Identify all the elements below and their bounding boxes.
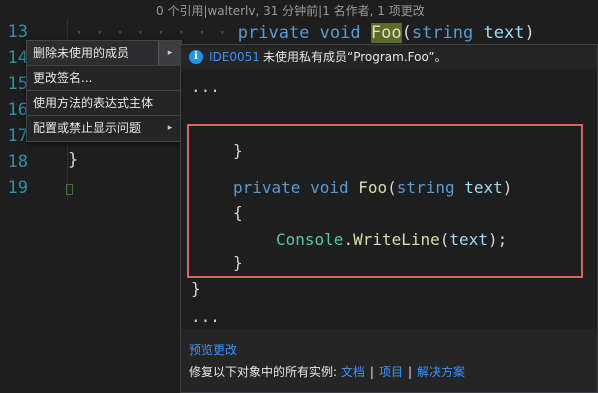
removed-code-highlight bbox=[187, 124, 583, 278]
diagnostic-message: 未使用私有成员“Program.Foo”。 bbox=[263, 50, 447, 64]
line-number: 19 bbox=[7, 178, 28, 198]
dot: . bbox=[343, 230, 354, 249]
preview-brace-close-method: } bbox=[233, 253, 243, 272]
menu-item-label: 更改签名... bbox=[33, 71, 93, 85]
parameter-name: text bbox=[483, 23, 525, 43]
fix-all-occurrences: 修复以下对象中的所有实例: 文档 | 项目 | 解决方案 bbox=[189, 363, 465, 380]
preview-footer: 预览更改 修复以下对象中的所有实例: 文档 | 项目 | 解决方案 bbox=[181, 329, 597, 392]
codelens-info[interactable]: 0 个引用|walterlv, 31 分钟前|1 名作者, 1 项更改 bbox=[156, 2, 425, 19]
menu-item-label: 配置或禁止显示问题 bbox=[33, 121, 142, 135]
argument: text bbox=[449, 230, 488, 249]
preview-ellipsis-top: ... bbox=[191, 77, 220, 96]
paren-close: ) bbox=[524, 23, 535, 43]
preview-brace-open: { bbox=[233, 203, 243, 222]
text-cursor-marker bbox=[66, 184, 73, 195]
preview-method-signature: private void Foo(string text) bbox=[233, 178, 513, 197]
menu-item-remove-unused-member[interactable]: 删除未使用的成员 ▸ bbox=[27, 41, 181, 65]
link-separator: | bbox=[369, 365, 374, 379]
keyword-string: string bbox=[411, 23, 474, 43]
preview-changes-link[interactable]: 预览更改 bbox=[189, 341, 237, 358]
info-icon: i bbox=[189, 50, 203, 64]
keyword-void: void bbox=[310, 178, 349, 197]
diagnostic-code-link[interactable]: IDE0051 bbox=[209, 45, 260, 69]
line-number: 13 bbox=[7, 22, 28, 42]
menu-item-use-expression-body[interactable]: 使用方法的表达式主体 bbox=[27, 91, 181, 115]
line-number: 15 bbox=[7, 74, 28, 94]
menu-item-label: 删除未使用的成员 bbox=[33, 46, 130, 60]
keyword-private: private bbox=[237, 23, 310, 43]
diagnostic-header: i IDE0051 未使用私有成员“Program.Foo”。 bbox=[181, 45, 597, 69]
quick-actions-menu: 删除未使用的成员 ▸ 更改签名... 使用方法的表达式主体 配置或禁止显示问题 … bbox=[26, 40, 182, 142]
keyword-string: string bbox=[396, 178, 455, 197]
menu-item-configure-suppress[interactable]: 配置或禁止显示问题 ▸ bbox=[27, 116, 181, 140]
method-name-highlighted[interactable]: Foo bbox=[370, 23, 402, 43]
method-name: Foo bbox=[358, 178, 388, 197]
type-console: Console bbox=[276, 230, 344, 249]
fix-all-document-link[interactable]: 文档 bbox=[341, 365, 365, 379]
line-number: 17 bbox=[7, 126, 28, 146]
method-writeline: WriteLine bbox=[353, 230, 440, 249]
preview-method-body: Console.WriteLine(text); bbox=[276, 230, 508, 249]
chevron-right-icon[interactable]: ▸ bbox=[159, 116, 181, 140]
link-separator: | bbox=[407, 365, 412, 379]
fix-all-label: 修复以下对象中的所有实例: bbox=[189, 365, 338, 379]
paren-open: ( bbox=[401, 23, 412, 43]
parameter-name: text bbox=[464, 178, 503, 197]
chevron-right-icon[interactable]: ▸ bbox=[158, 41, 181, 65]
fix-all-solution-link[interactable]: 解决方案 bbox=[417, 365, 465, 379]
preview-ellipsis-bottom: ... bbox=[191, 307, 220, 326]
keyword-private: private bbox=[233, 178, 301, 197]
fix-all-project-link[interactable]: 项目 bbox=[379, 365, 403, 379]
preview-brace-close-class: } bbox=[191, 279, 201, 298]
preview-panel: i IDE0051 未使用私有成员“Program.Foo”。 ... } pr… bbox=[180, 44, 598, 393]
keyword-void: void bbox=[319, 23, 361, 43]
code-line-18: } bbox=[68, 150, 79, 170]
menu-item-change-signature[interactable]: 更改签名... bbox=[27, 66, 181, 90]
line-number: 16 bbox=[7, 100, 28, 120]
line-number: 14 bbox=[7, 48, 28, 68]
menu-item-label: 使用方法的表达式主体 bbox=[33, 96, 154, 110]
line-number: 18 bbox=[7, 152, 28, 172]
